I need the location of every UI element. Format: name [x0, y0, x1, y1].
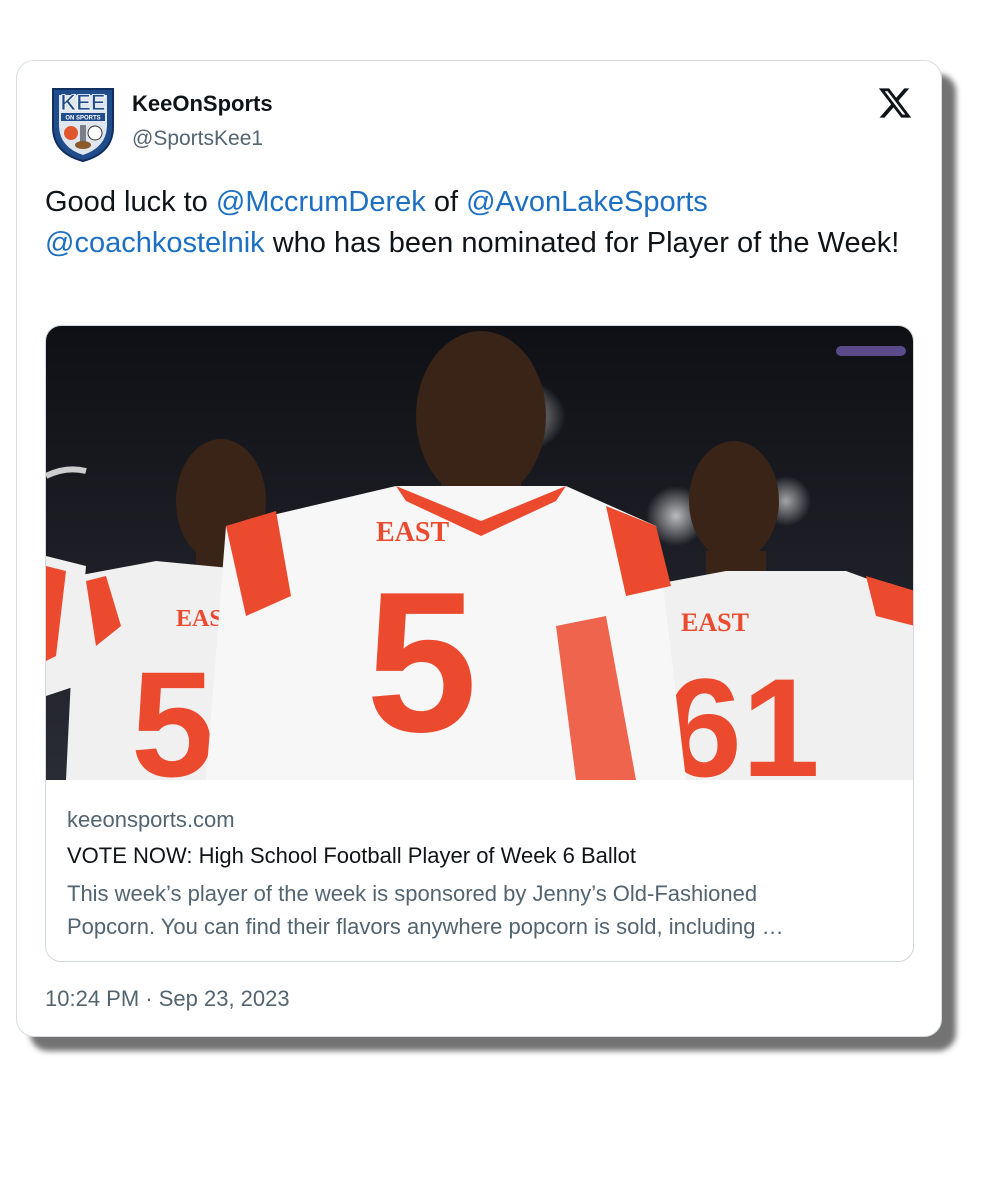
- tweet-text-segment: who has been nominated for Player of the…: [264, 227, 900, 259]
- jersey-number-center: 5: [366, 551, 477, 774]
- jersey-text-right: EAST: [681, 608, 749, 637]
- jersey-text-center: EAST: [376, 517, 449, 548]
- tweet-timestamp[interactable]: 10:24 PM · Sep 23, 2023: [45, 986, 290, 1012]
- link-preview-card[interactable]: EAST 5 EAST 61 EAST 5 keeonsports.com VO…: [45, 325, 914, 962]
- link-preview-image: EAST 5 EAST 61 EAST 5: [46, 326, 913, 780]
- x-logo-icon[interactable]: [877, 85, 913, 121]
- link-card-domain: keeonsports.com: [67, 807, 235, 832]
- tweet-card: KEE ON SPORTS KeeOnSports @SportsKee1 Go…: [16, 60, 942, 1037]
- user-handle[interactable]: @SportsKee1: [132, 127, 263, 151]
- tweet-text: Good luck to @MccrumDerek of @AvonLakeSp…: [45, 182, 915, 264]
- avatar-logo-text: KEE: [60, 90, 105, 115]
- tweet-text-segment: Good luck to: [45, 186, 216, 218]
- link-card-description-line: This week’s player of the week is sponso…: [67, 881, 758, 906]
- link-card-description-line: Popcorn. You can find their flavors anyw…: [67, 914, 784, 939]
- display-name[interactable]: KeeOnSports: [132, 91, 273, 117]
- mention-link-coachkostelnik[interactable]: @coachkostelnik: [45, 227, 265, 259]
- link-card-title: VOTE NOW: High School Football Player of…: [67, 843, 636, 868]
- jersey-number-left: 5: [131, 640, 214, 780]
- mention-link-mccrumderek[interactable]: @MccrumDerek: [216, 186, 426, 218]
- tweet-text-segment: of: [425, 186, 467, 218]
- link-card-description: This week’s player of the week is sponso…: [67, 877, 897, 943]
- jersey-number-right: 61: [664, 649, 820, 780]
- avatar[interactable]: KEE ON SPORTS: [47, 83, 119, 163]
- avatar-logo-subtext: ON SPORTS: [65, 116, 100, 122]
- mention-link-avonlakesports[interactable]: @AvonLakeSports: [466, 186, 708, 218]
